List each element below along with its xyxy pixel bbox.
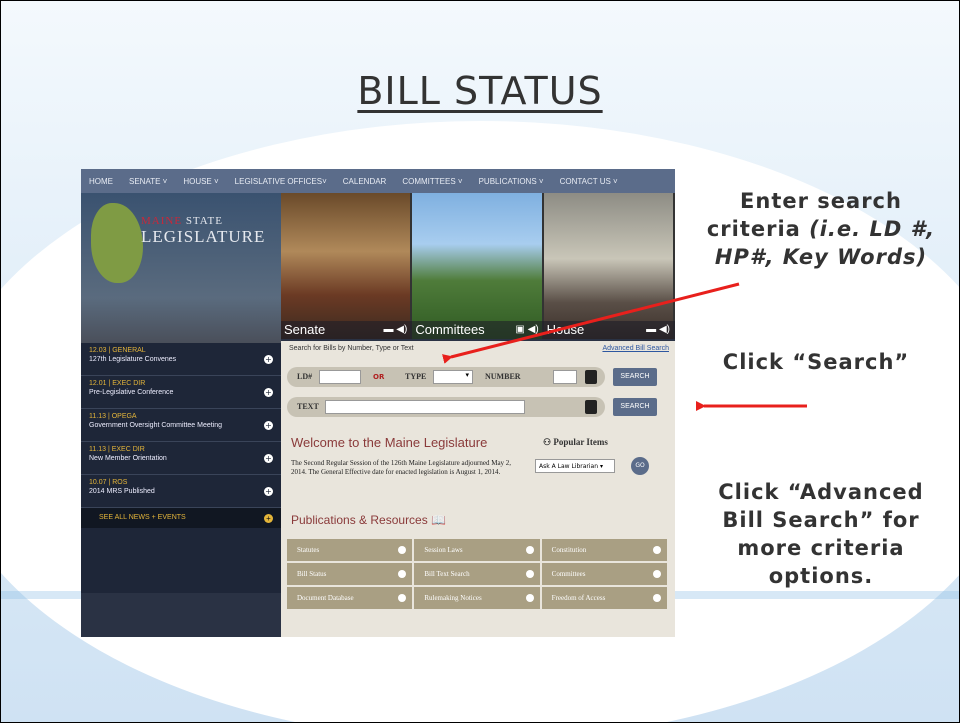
annotation-arrows [442, 282, 807, 411]
slide: BILL STATUS HOME SENATE ˅ HOUSE ˅ LEGISL… [0, 0, 960, 723]
arrow-to-search-criteria [442, 282, 740, 364]
